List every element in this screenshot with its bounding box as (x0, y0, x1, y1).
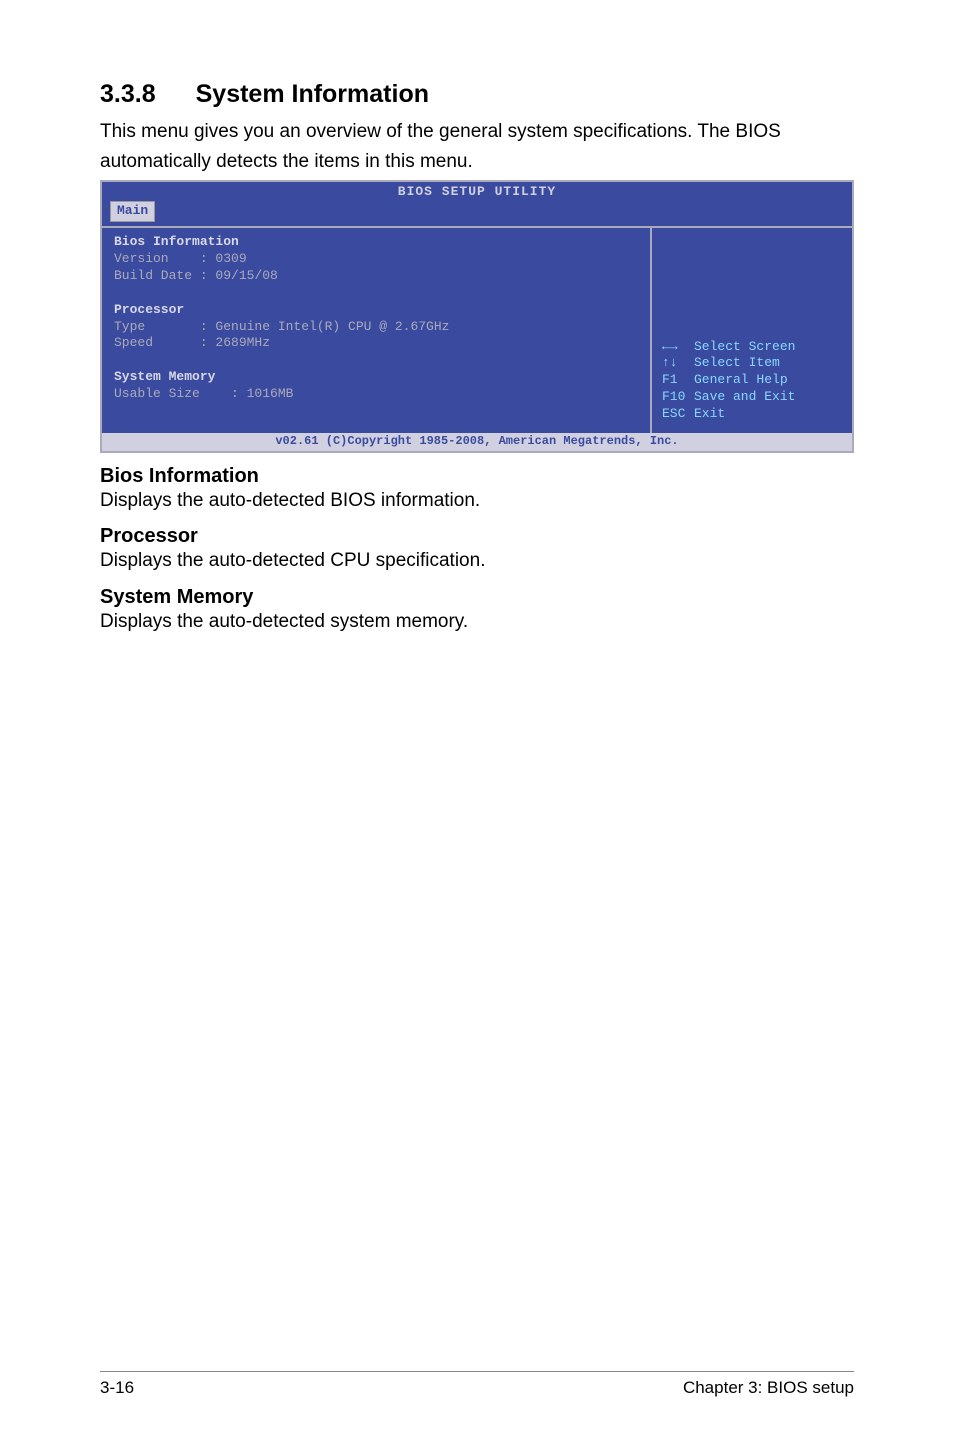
section-heading: 3.3.8 System Information (100, 80, 854, 109)
section-title: System Information (196, 80, 429, 108)
intro-line-1: This menu gives you an overview of the g… (100, 119, 854, 145)
bios-screenshot: BIOS SETUP UTILITY Main Bios Information… (100, 180, 854, 452)
bios-tabs-row: Main (102, 201, 852, 226)
help-save-exit: Save and Exit (694, 389, 795, 404)
bios-version: Version : 0309 (114, 251, 638, 268)
bios-tab-main: Main (110, 201, 155, 222)
help-general: General Help (694, 372, 788, 387)
bios-memory-size: Usable Size : 1016MB (114, 386, 638, 403)
bios-build-date: Build Date : 09/15/08 (114, 268, 638, 285)
subhead-memory: System Memory (100, 586, 854, 609)
page-footer: 3-16 Chapter 3: BIOS setup (100, 1371, 854, 1398)
key-arrows-ud: ↑↓ (662, 355, 694, 372)
bios-processor-header: Processor (114, 302, 638, 319)
subtext-memory: Displays the auto-detected system memory… (100, 609, 854, 635)
subtext-processor: Displays the auto-detected CPU specifica… (100, 548, 854, 574)
bios-left-panel: Bios Information Version : 0309 Build Da… (102, 228, 652, 433)
footer-page-number: 3-16 (100, 1378, 134, 1398)
help-select-screen: Select Screen (694, 339, 795, 354)
bios-main-area: Bios Information Version : 0309 Build Da… (102, 226, 852, 433)
bios-cpu-type: Type : Genuine Intel(R) CPU @ 2.67GHz (114, 319, 638, 336)
key-esc: ESC (662, 406, 694, 423)
subtext-bios-info: Displays the auto-detected BIOS informat… (100, 488, 854, 514)
subhead-processor: Processor (100, 525, 854, 548)
key-arrows-lr: ←→ (662, 339, 694, 356)
bios-memory-header: System Memory (114, 369, 638, 386)
key-f1: F1 (662, 372, 694, 389)
key-f10: F10 (662, 389, 694, 406)
bios-info-header: Bios Information (114, 234, 638, 251)
help-select-item: Select Item (694, 355, 780, 370)
bios-footer-copyright: v02.61 (C)Copyright 1985-2008, American … (102, 433, 852, 451)
subhead-bios-info: Bios Information (100, 465, 854, 488)
bios-help-keys: ←→Select Screen ↑↓Select Item F1General … (662, 339, 795, 423)
bios-cpu-speed: Speed : 2689MHz (114, 335, 638, 352)
section-number: 3.3.8 (100, 80, 156, 108)
intro-line-2: automatically detects the items in this … (100, 149, 854, 175)
bios-right-panel: ←→Select Screen ↑↓Select Item F1General … (652, 228, 852, 433)
help-exit: Exit (694, 406, 725, 421)
bios-title: BIOS SETUP UTILITY (102, 182, 852, 201)
footer-chapter: Chapter 3: BIOS setup (683, 1378, 854, 1398)
